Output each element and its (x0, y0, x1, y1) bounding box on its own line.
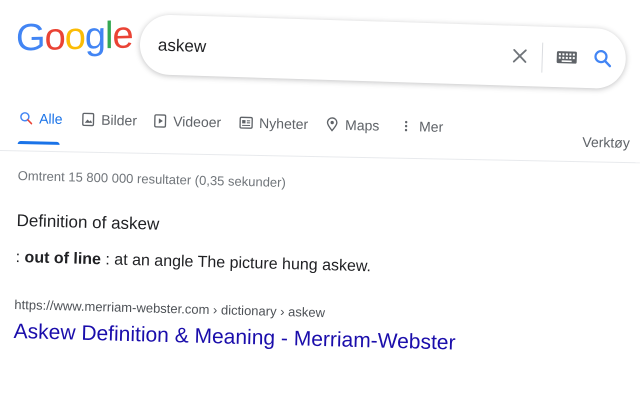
definition-heading: Definition of askew (16, 210, 160, 234)
tab-label: Videoer (173, 113, 222, 131)
search-icon (20, 112, 33, 125)
definition-text: : out of line : at an angle The picture … (15, 249, 615, 283)
tab-videos[interactable]: Videoer (152, 113, 221, 130)
search-box[interactable] (139, 14, 627, 90)
logo-letter: e (112, 14, 133, 58)
google-logo[interactable]: Google (16, 14, 133, 60)
result-title-link[interactable]: Askew Definition & Meaning - Merriam-Web… (13, 320, 455, 356)
logo-letter: l (104, 15, 113, 58)
tab-label: Alle (39, 110, 63, 127)
map-pin-icon (326, 117, 338, 132)
clear-icon[interactable] (510, 46, 531, 67)
tab-label: Mer (418, 118, 444, 135)
result-stats: Omtrent 15 800 000 resultater (0,35 seku… (17, 168, 287, 191)
tab-images[interactable]: Bilder (80, 111, 137, 128)
logo-letter: G (16, 16, 45, 60)
news-icon (239, 116, 253, 129)
tab-label: Maps (344, 116, 380, 134)
logo-letter: o (64, 15, 85, 59)
more-vert-icon (404, 120, 408, 132)
keyboard-icon[interactable] (556, 49, 578, 66)
tab-label: Bilder (101, 111, 138, 129)
search-input[interactable] (155, 32, 481, 69)
active-tab-indicator (17, 140, 60, 145)
search-icon[interactable] (591, 47, 614, 70)
tab-maps[interactable]: Maps (324, 116, 380, 134)
tab-more[interactable]: Mer (398, 118, 443, 135)
definition-prefix: : (15, 248, 25, 267)
tab-label: Nyheter (258, 115, 309, 133)
results-area: Omtrent 15 800 000 resultater (0,35 seku… (13, 168, 617, 360)
image-icon (82, 112, 95, 127)
search-box-divider (541, 42, 544, 73)
logo-letter: o (44, 16, 65, 59)
definition-rest: : at an angle The picture hung askew. (100, 251, 372, 276)
tab-all[interactable]: Alle (18, 110, 63, 127)
logo-letter: g (84, 15, 105, 58)
tools-button[interactable]: Verktøy (582, 134, 630, 151)
definition-bold: out of line (24, 249, 102, 269)
tab-news[interactable]: Nyheter (238, 115, 308, 132)
play-icon (154, 114, 167, 128)
